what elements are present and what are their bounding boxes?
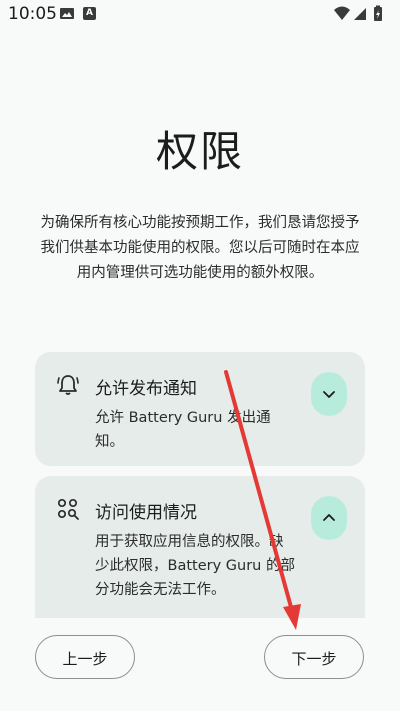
permission-card-notifications[interactable]: 允许发布通知 允许 Battery Guru 发出通知。 xyxy=(35,352,365,466)
battery-icon xyxy=(374,5,382,21)
permission-description: 用于获取应用信息的权限。缺少此权限，Battery Guru 的部分功能会无法工… xyxy=(95,534,295,598)
status-bar: 10:05 A xyxy=(0,0,400,28)
status-time: 10:05 xyxy=(8,4,57,24)
permission-description: 允许 Battery Guru 发出通知。 xyxy=(95,410,271,450)
chevron-down-icon xyxy=(323,391,335,398)
previous-button[interactable]: 上一步 xyxy=(35,635,135,679)
usage-icon xyxy=(57,498,79,520)
image-icon xyxy=(60,8,74,19)
permission-title: 允许发布通知 xyxy=(95,379,197,399)
collapse-button[interactable] xyxy=(311,496,347,540)
signal-icon xyxy=(354,8,366,20)
chevron-up-icon xyxy=(323,514,335,521)
page-title: 权限 xyxy=(155,127,244,176)
bell-icon xyxy=(57,375,79,395)
permission-title: 访问使用情况 xyxy=(95,503,197,523)
next-button[interactable]: 下一步 xyxy=(264,635,364,679)
page-description: 为确保所有核心功能按预期工作，我们恳请您授予我们供基本功能使用的权限。您以后可随… xyxy=(40,215,360,281)
permission-card-usage-access[interactable]: 访问使用情况 用于获取应用信息的权限。缺少此权限，Battery Guru 的部… xyxy=(35,476,365,626)
system-status-icons xyxy=(334,5,382,21)
wifi-icon xyxy=(334,6,350,20)
a-icon: A xyxy=(83,7,96,20)
expand-button[interactable] xyxy=(311,372,347,416)
